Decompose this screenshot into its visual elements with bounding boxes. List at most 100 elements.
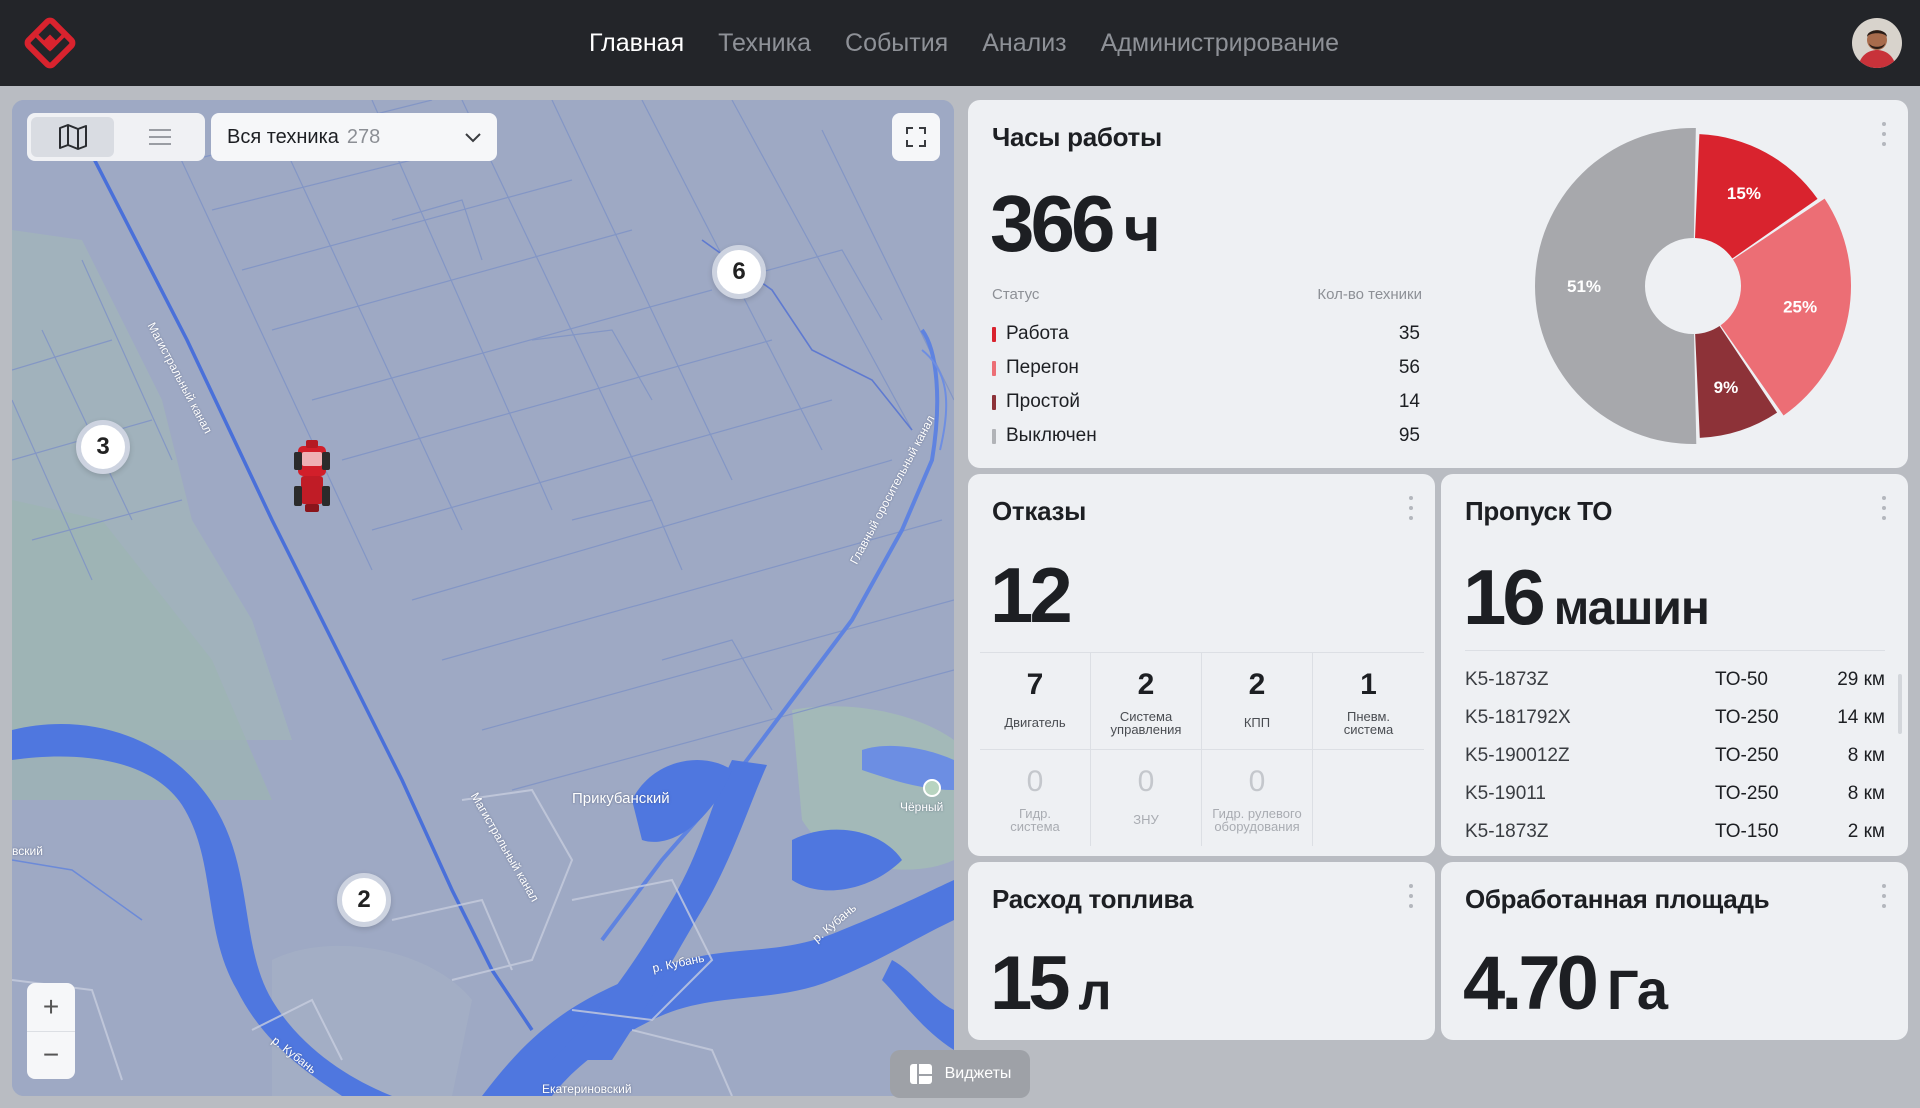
machine-id: K5-190012Z	[1465, 745, 1570, 766]
hours-col-status: Статус	[992, 286, 1040, 303]
hours-row-work: Работа 35	[992, 317, 1422, 351]
area-title: Обработанная площадь	[1465, 884, 1770, 914]
map-label-vsky: вский	[12, 844, 43, 858]
list-scrollbar[interactable]	[1898, 674, 1902, 734]
hours-row-idle: Простой 14	[992, 385, 1422, 419]
view-toggle	[27, 113, 205, 161]
hours-title: Часы работы	[992, 122, 1162, 152]
list-item[interactable]: K5-1873Z ТО-50 29 км	[1465, 661, 1885, 699]
maintenance-skip-menu-button[interactable]	[1880, 496, 1888, 520]
hours-menu-button[interactable]	[1880, 122, 1888, 146]
machine-id: K5-1873Z	[1465, 669, 1549, 690]
distance: 29 км	[1837, 669, 1885, 690]
distance: 2 км	[1847, 821, 1885, 842]
maintenance-type: ТО-150	[1715, 821, 1779, 842]
chevron-down-icon	[465, 133, 481, 143]
maintenance-skip-list: K5-1873Z ТО-50 29 км K5-181792X ТО-250 14 км…	[1465, 650, 1885, 851]
maintenance-skip-unit: машин	[1553, 582, 1710, 635]
widgets-button[interactable]: Виджеты	[890, 1050, 1030, 1098]
widgets-button-label: Виджеты	[944, 1065, 1012, 1082]
hours-row-value: 56	[1398, 357, 1420, 378]
hours-col-count: Кол-во техники	[1317, 286, 1422, 303]
hours-value-number: 366	[990, 179, 1116, 268]
failures-menu-button[interactable]	[1407, 496, 1415, 520]
failure-label: Гидр. рулевого оборудования	[1212, 805, 1302, 834]
map-cluster-6[interactable]: 6	[712, 245, 766, 299]
failures-breakdown: 7 Двигатель 2 Система управления 2 КПП 1 Пне…	[980, 652, 1424, 846]
hours-donut-chart: 15% 25% 9% 51%	[1535, 128, 1851, 444]
failure-cell[interactable]: 2 КПП	[1202, 653, 1313, 750]
failure-count: 7	[1026, 667, 1044, 701]
nav-item-analysis[interactable]: Анализ	[982, 29, 1066, 58]
failure-cell[interactable]: 0 Гидр. рулевого оборудования	[1202, 749, 1313, 846]
fullscreen-icon	[906, 127, 926, 147]
list-icon	[148, 129, 171, 145]
maintenance-type: ТО-250	[1715, 707, 1779, 728]
distance: 8 км	[1847, 745, 1885, 766]
failure-count: 2	[1248, 667, 1266, 701]
donut-slice-label: 25%	[1783, 297, 1817, 316]
failure-cell[interactable]: 7 Двигатель	[980, 653, 1091, 750]
zoom-out-button[interactable]: −	[27, 1032, 75, 1080]
map-view-button[interactable]	[31, 117, 114, 157]
hours-row-label: Выключен	[1006, 425, 1097, 446]
failure-label: КПП	[1243, 715, 1271, 731]
fuel-value-unit: л	[1078, 963, 1112, 1021]
maintenance-type: ТО-50	[1715, 669, 1768, 690]
fuel-menu-button[interactable]	[1407, 884, 1415, 908]
hours-row-off: Выключен 95	[992, 419, 1422, 453]
donut-slice-4[interactable]	[1535, 128, 1697, 444]
map-label-ekaterinovsky: Екатериновский	[542, 1082, 632, 1096]
failures-title: Отказы	[992, 496, 1087, 526]
area-card: Обработанная площадь 4.70 Га	[1441, 862, 1908, 1040]
fuel-value-number: 15	[990, 941, 1071, 1026]
donut-slice-label: 51%	[1567, 277, 1601, 296]
widgets-icon	[909, 1064, 932, 1084]
failure-cell[interactable]: 1 Пневм. система	[1313, 653, 1424, 750]
user-avatar[interactable]	[1852, 18, 1902, 68]
distance: 8 км	[1847, 783, 1885, 804]
maintenance-type: ТО-250	[1715, 745, 1779, 766]
failure-label: Гидр. система	[1010, 805, 1060, 834]
nav-item-machinery[interactable]: Техника	[718, 29, 811, 58]
nav-item-events[interactable]: События	[845, 29, 948, 58]
map-panel[interactable]: Прикубанский Чёрный вский Екатериновский…	[12, 100, 954, 1096]
zoom-in-button[interactable]: +	[27, 983, 75, 1031]
maintenance-skip-value: 16 машин	[1463, 558, 1710, 636]
failure-cell[interactable]: 0 ЗНУ	[1091, 749, 1202, 846]
failure-count: 2	[1137, 667, 1155, 701]
list-view-button[interactable]	[118, 117, 201, 157]
area-value-number: 4.70	[1463, 941, 1599, 1026]
maintenance-skip-title: Пропуск ТО	[1465, 496, 1613, 526]
fuel-card: Расход топлива 15 л	[968, 862, 1435, 1040]
hours-card: Часы работы 366 ч Статус Кол-во техники Р…	[968, 100, 1908, 468]
failure-count: 0	[1248, 764, 1266, 798]
tractor-marker[interactable]	[292, 438, 332, 518]
list-item[interactable]: K5-19011 ТО-250 8 км	[1465, 775, 1885, 813]
hours-value-unit: ч	[1123, 193, 1160, 265]
map-canvas[interactable]	[12, 100, 954, 1096]
fuel-title: Расход топлива	[992, 884, 1194, 914]
machinery-filter-select[interactable]: Вся техника 278	[211, 113, 497, 161]
hours-row-value: 14	[1398, 391, 1420, 412]
failure-cell[interactable]: 0 Гидр. система	[980, 749, 1091, 846]
failure-cell[interactable]: 2 Система управления	[1091, 653, 1202, 750]
nav-item-home[interactable]: Главная	[589, 29, 684, 58]
hours-value: 366 ч	[990, 184, 1161, 265]
failure-label: Пневм. система	[1343, 708, 1394, 737]
list-item[interactable]: K5-190012Z ТО-250 8 км	[1465, 737, 1885, 775]
map-cluster-2[interactable]: 2	[337, 873, 391, 927]
machinery-filter-label: Вся техника	[227, 125, 339, 148]
hours-row-label: Перегон	[1006, 357, 1079, 378]
nav-item-admin[interactable]: Администрирование	[1101, 29, 1339, 58]
failure-count: 0	[1026, 764, 1044, 798]
maintenance-skip-card: Пропуск ТО 16 машин K5-1873Z ТО-50 29 км K5…	[1441, 474, 1908, 856]
map-cluster-3[interactable]: 3	[76, 420, 130, 474]
area-menu-button[interactable]	[1880, 884, 1888, 908]
hours-row-value: 35	[1398, 323, 1420, 344]
list-item[interactable]: K5-181792X ТО-250 14 км	[1465, 699, 1885, 737]
zoom-control: + −	[27, 983, 75, 1079]
fullscreen-button[interactable]	[892, 113, 940, 161]
failure-cell-empty	[1313, 750, 1424, 847]
list-item[interactable]: K5-1873Z ТО-150 2 км	[1465, 813, 1885, 851]
